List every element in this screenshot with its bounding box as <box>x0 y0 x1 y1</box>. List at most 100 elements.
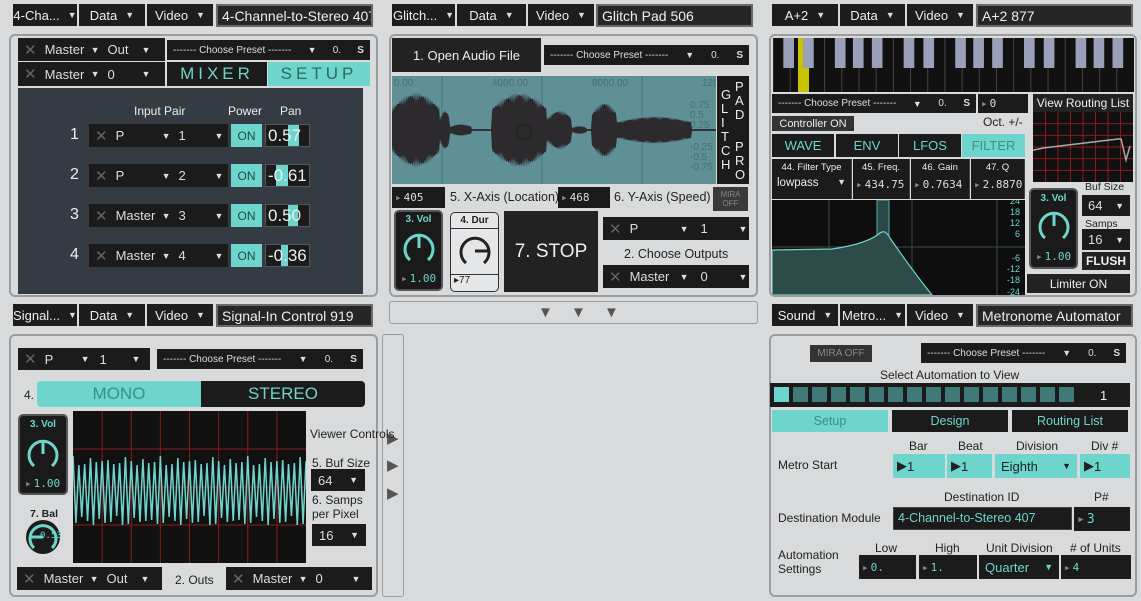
black-key[interactable] <box>852 38 864 68</box>
buf-size-select[interactable]: 64 ▼ <box>311 469 365 491</box>
automation-slot[interactable] <box>812 387 827 402</box>
units-number[interactable]: 4 <box>1061 555 1131 579</box>
tab-design[interactable]: Design <box>892 410 1008 432</box>
mira-toggle[interactable]: MIRA OFF <box>810 345 872 362</box>
data-menu[interactable]: Data ▼ <box>457 4 526 26</box>
tab-filter[interactable]: FILTER <box>962 134 1025 157</box>
low-number[interactable]: 0. <box>859 555 916 579</box>
preset-number[interactable]: 0. <box>938 98 946 109</box>
flush-button[interactable]: FLUSH <box>1082 252 1130 270</box>
output-select[interactable]: ✕ P ▼ 1 ▼ <box>603 217 749 240</box>
input-pair-select[interactable]: ✕ Master ▼ 3 ▼ <box>89 204 228 227</box>
power-toggle[interactable]: ON <box>231 164 262 187</box>
y-axis-number[interactable]: 468 <box>558 187 610 208</box>
x-axis-number[interactable]: 405 <box>392 187 445 208</box>
waveform-display[interactable]: 0.00 4000.00 8000.00 1200.750.50.25-0.25-0.… <box>392 76 716 184</box>
automation-slot[interactable] <box>964 387 979 402</box>
automation-slot[interactable] <box>869 387 884 402</box>
output-select-2[interactable]: ✕ Master ▼ 0 ▼ <box>18 62 165 86</box>
tab-setup[interactable]: SETUP <box>268 62 370 86</box>
close-icon[interactable]: ✕ <box>609 268 622 286</box>
output-select-2[interactable]: ✕ Master ▼ 0 ▼ <box>603 265 749 288</box>
filter-param[interactable]: 47. Q 2.8870 <box>971 159 1025 199</box>
module-title[interactable]: A+2 877 <box>976 4 1133 27</box>
octave-number[interactable]: 0 <box>978 94 1028 113</box>
div-number[interactable]: ▶ 1 <box>1080 454 1130 478</box>
black-key[interactable] <box>803 38 814 68</box>
open-audio-file-button[interactable]: 1. Open Audio File <box>392 38 541 72</box>
filter-param[interactable]: 46. Gain 0.7634 <box>911 159 970 199</box>
preset-select[interactable]: ------- Choose Preset ------- ▼ 0. S <box>167 40 370 60</box>
black-key[interactable] <box>923 38 935 68</box>
volume-knob[interactable] <box>25 436 61 472</box>
black-key[interactable] <box>1112 38 1124 68</box>
stereo-button[interactable]: STEREO <box>201 381 365 407</box>
expand-right-bar[interactable]: ▶ ▶ ▶ <box>382 334 404 597</box>
automation-slot[interactable] <box>945 387 960 402</box>
input-select[interactable]: ✕ P ▼ 1 ▼ <box>18 348 150 370</box>
balance-knob[interactable]: 0.53 <box>26 520 62 554</box>
save-button[interactable]: S <box>350 354 357 365</box>
automation-slot[interactable] <box>907 387 922 402</box>
automation-slot[interactable] <box>888 387 903 402</box>
automation-slot[interactable] <box>850 387 865 402</box>
tab-routing-list[interactable]: Routing List <box>1012 410 1128 432</box>
video-menu[interactable]: Video ▼ <box>147 304 213 326</box>
automation-slot[interactable] <box>1059 387 1074 402</box>
automation-selector[interactable]: 1 <box>770 383 1130 407</box>
bar-number[interactable]: ▶ 1 <box>893 454 945 478</box>
close-icon[interactable]: ✕ <box>23 570 36 588</box>
black-key[interactable] <box>783 38 794 68</box>
automation-slot[interactable] <box>983 387 998 402</box>
module-menu[interactable]: Signal... ▼ <box>13 304 77 326</box>
vol-value[interactable]: 1.00 <box>398 272 437 285</box>
preset-select[interactable]: ------- Choose Preset ------- ▼ 0. S <box>921 343 1126 363</box>
controller-toggle[interactable]: Controller ON <box>772 116 854 131</box>
duration-knob[interactable] <box>457 233 493 269</box>
limiter-toggle[interactable]: Limiter ON <box>1027 274 1130 293</box>
data-menu[interactable]: Data ▼ <box>79 304 145 326</box>
output-select-2[interactable]: ✕ Master ▼ 0 ▼ <box>226 567 372 590</box>
unit-division-select[interactable]: Quarter ▼ <box>979 555 1059 579</box>
module-menu[interactable]: A+2 ▼ <box>772 4 838 26</box>
video-menu[interactable]: Video ▼ <box>907 4 973 26</box>
black-key[interactable] <box>1023 38 1035 68</box>
save-button[interactable]: S <box>963 98 970 109</box>
black-key[interactable] <box>1093 38 1105 68</box>
black-key[interactable] <box>1075 38 1087 68</box>
view-routing-list-button[interactable]: View Routing List <box>1033 94 1133 112</box>
pan-slider[interactable]: 0.50 <box>265 204 310 227</box>
black-key[interactable] <box>973 38 984 68</box>
automation-slot[interactable] <box>831 387 846 402</box>
black-key[interactable] <box>834 38 846 68</box>
automation-slot[interactable] <box>1040 387 1055 402</box>
automation-slot[interactable] <box>793 387 808 402</box>
buf-size-select[interactable]: 64 ▼ <box>1082 195 1130 216</box>
volume-knob[interactable] <box>401 230 437 266</box>
black-key[interactable] <box>992 38 1003 68</box>
input-pair-select[interactable]: ✕ Master ▼ 4 ▼ <box>89 244 228 267</box>
pan-slider[interactable]: -0.61 <box>265 164 310 187</box>
automation-slot[interactable] <box>926 387 941 402</box>
black-key[interactable] <box>903 38 915 68</box>
samps-select[interactable]: 16 ▼ <box>1082 229 1130 250</box>
automation-slot[interactable] <box>774 387 789 402</box>
expand-down-bar[interactable]: ▼ ▼ ▼ <box>389 301 758 324</box>
module-menu[interactable]: Glitch... ▼ <box>392 4 455 26</box>
black-key[interactable] <box>871 38 883 68</box>
close-icon[interactable]: ✕ <box>609 220 622 238</box>
tab-wave[interactable]: WAVE <box>772 134 834 157</box>
module-title[interactable]: 4-Channel-to-Stereo 407 <box>216 4 373 27</box>
preset-select[interactable]: ------- Choose Preset ------- ▼ 0. S <box>157 349 363 369</box>
piano-keyboard[interactable] <box>773 38 1134 92</box>
destination-id-field[interactable]: 4-Channel-to-Stereo 407 <box>893 507 1072 530</box>
preset-select[interactable]: ------- Choose Preset ------- ▼ 0. S <box>544 45 749 65</box>
tab-mixer[interactable]: MIXER <box>167 62 267 86</box>
black-key[interactable] <box>1043 38 1055 68</box>
black-key[interactable] <box>955 38 966 68</box>
stop-button[interactable]: 7. STOP <box>504 211 598 292</box>
data-menu[interactable]: Data ▼ <box>840 4 905 26</box>
close-icon[interactable]: ✕ <box>24 41 37 59</box>
save-button[interactable]: S <box>1113 348 1120 359</box>
power-toggle[interactable]: ON <box>231 244 262 267</box>
